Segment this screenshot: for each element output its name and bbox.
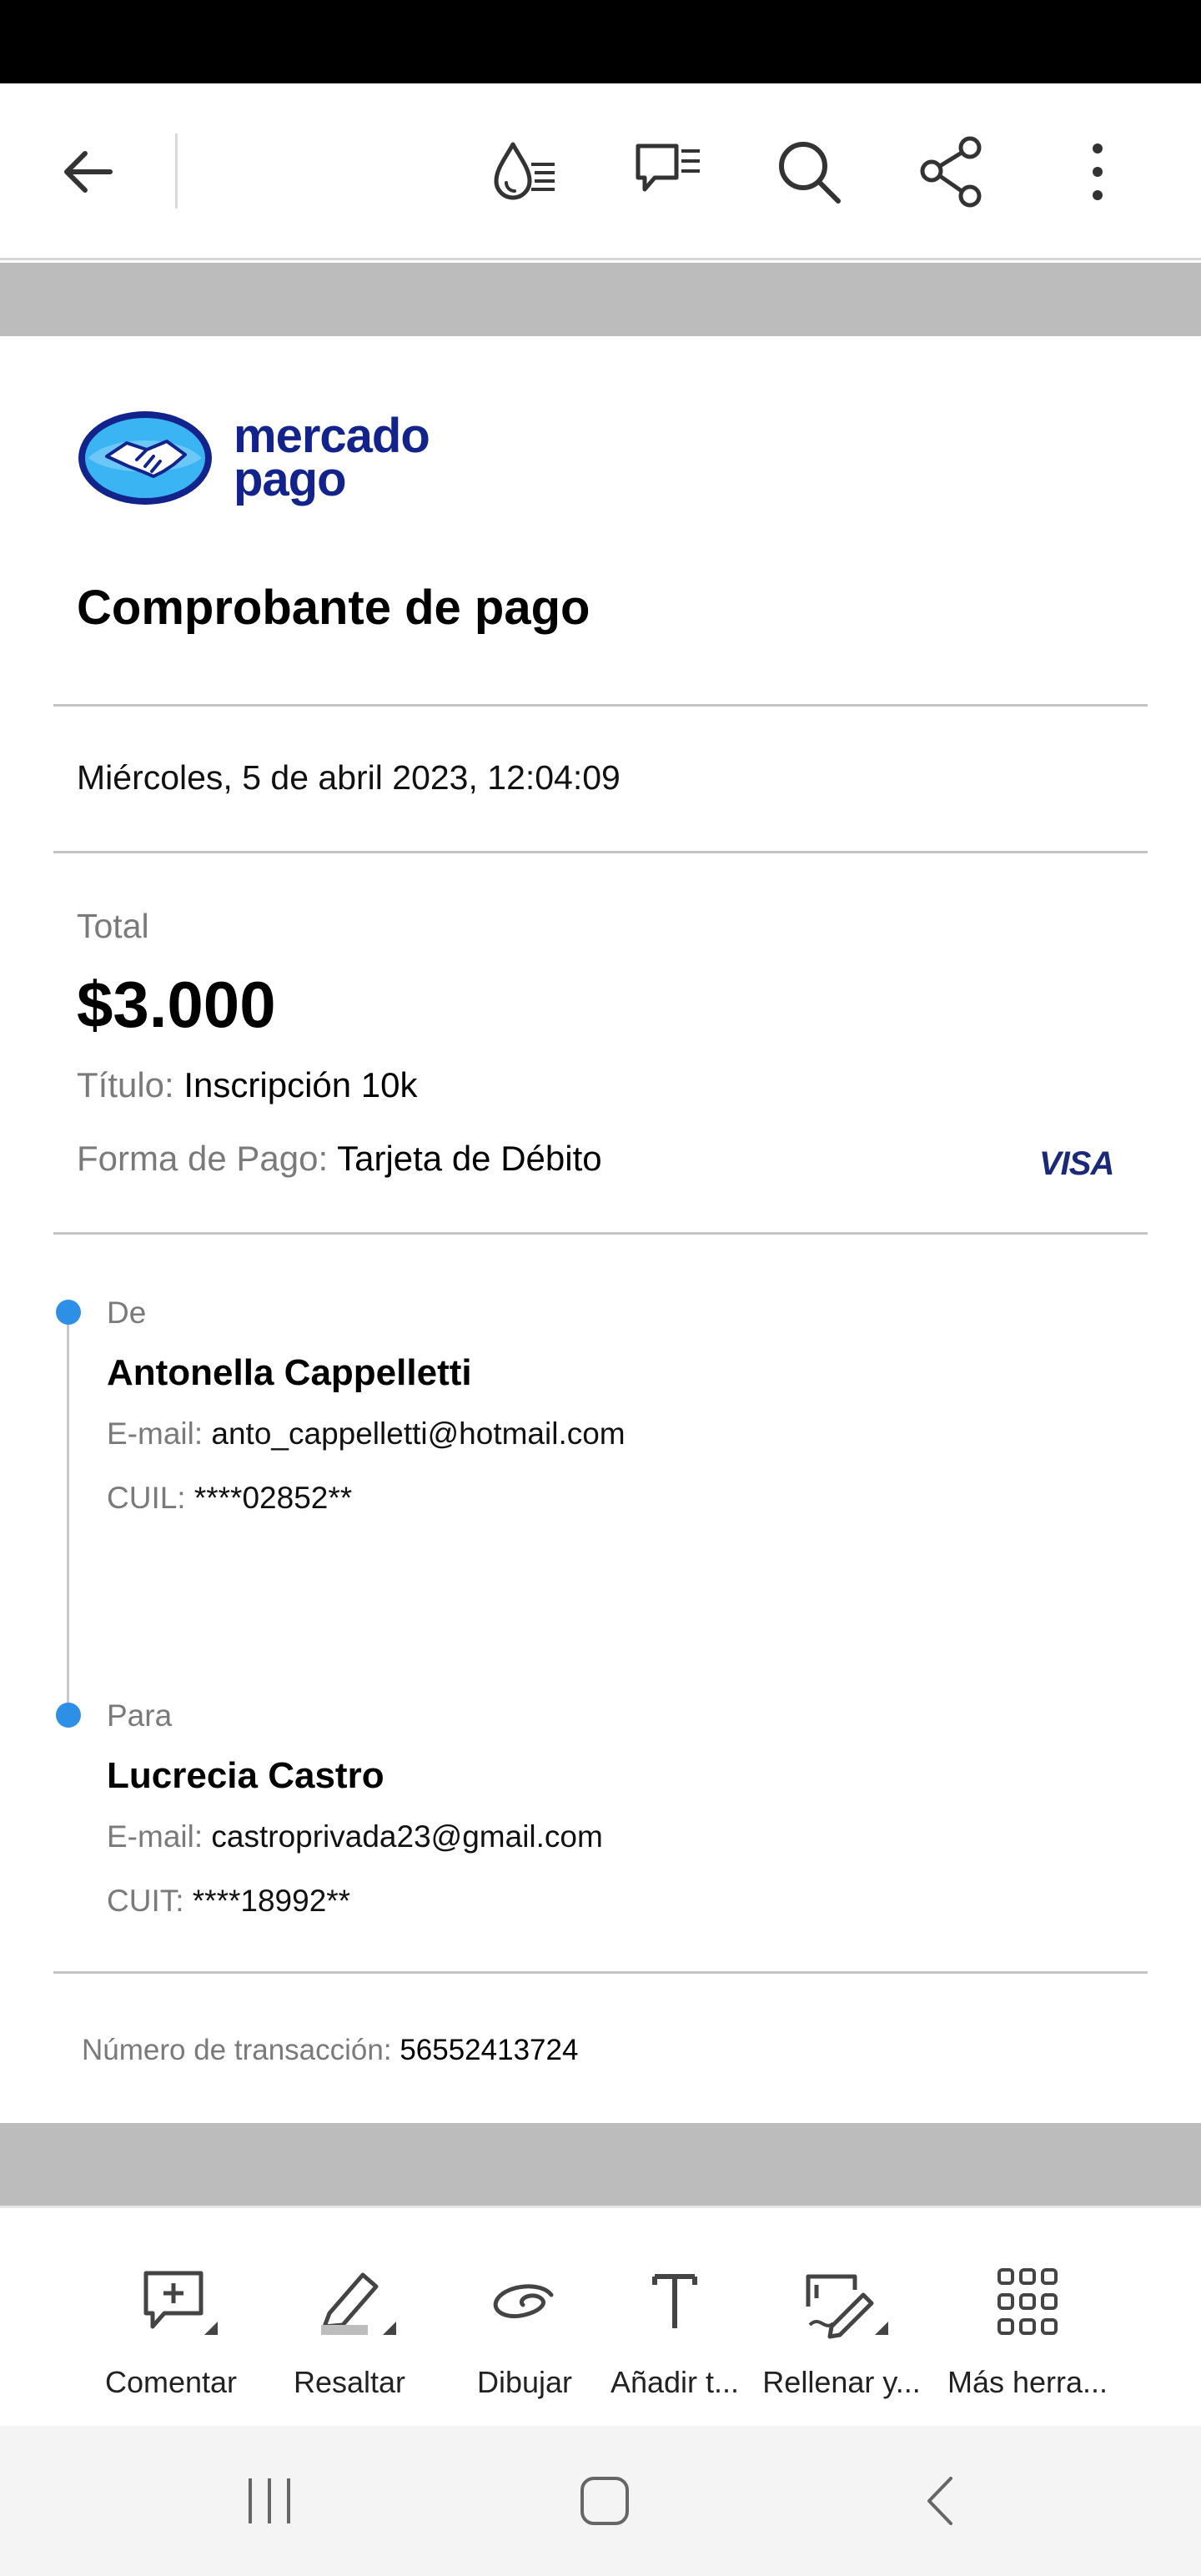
drop-list-button[interactable]	[484, 130, 567, 214]
search-button[interactable]	[767, 130, 851, 214]
sender-email-row: E-mail: anto_cappelletti@hotmail.com	[107, 1416, 626, 1452]
home-button[interactable]	[559, 2459, 651, 2543]
more-vertical-icon	[1093, 143, 1103, 200]
recents-button[interactable]	[224, 2459, 315, 2543]
transaction-number: 56552413724	[399, 2034, 579, 2066]
draw-icon	[493, 2284, 554, 2318]
divider	[53, 1971, 1148, 1974]
timeline-line	[67, 1312, 69, 1716]
system-back-button[interactable]	[896, 2459, 987, 2543]
comment-tool-label: Comentar	[104, 2365, 238, 2399]
sender-id: ****02852**	[193, 1481, 353, 1515]
fill-sign-tool[interactable]: Rellenar y...	[750, 2208, 933, 2428]
comment-tool[interactable]: Comentar	[79, 2208, 263, 2428]
divider	[53, 704, 1148, 707]
divider	[53, 851, 1148, 853]
sender-label: De	[107, 1296, 147, 1330]
share-icon	[920, 136, 982, 208]
toolbar-divider	[175, 133, 178, 209]
recipient-name: Lucrecia Castro	[107, 1755, 384, 1796]
visa-logo: VISA	[1039, 1145, 1114, 1182]
top-toolbar	[0, 83, 1201, 260]
recipient-id-row: CUIT: ****18992**	[107, 1884, 350, 1919]
page-gap-top	[0, 263, 1201, 336]
sender-email: anto_cappelletti@hotmail.com	[211, 1416, 626, 1451]
title-label: Título:	[77, 1065, 174, 1104]
payment-datetime: Miércoles, 5 de abril 2023, 12:04:09	[77, 758, 621, 797]
back-button[interactable]	[47, 130, 130, 214]
total-amount: $3.000	[77, 968, 276, 1041]
grid-icon	[997, 2268, 1058, 2335]
payment-method-row: Forma de Pago: Tarjeta de Débito	[77, 1139, 602, 1179]
highlight-tool-label: Resaltar	[293, 2365, 406, 2399]
recipient-email-label: E-mail:	[107, 1819, 204, 1854]
add-text-tool[interactable]: Añadir t...	[583, 2208, 766, 2428]
text-icon	[652, 2274, 697, 2328]
sender-id-label: CUIL:	[107, 1481, 186, 1515]
recipient-email: castroprivada23@gmail.com	[211, 1819, 603, 1854]
recipient-id: ****18992**	[192, 1884, 351, 1918]
page-gap-bottom	[0, 2123, 1201, 2206]
divider	[53, 1232, 1148, 1235]
sender-email-label: E-mail:	[107, 1416, 204, 1451]
fill-sign-tool-label: Rellenar y...	[762, 2365, 921, 2399]
payment-method-value: Tarjeta de Débito	[337, 1139, 602, 1178]
sender-name: Antonella Cappelletti	[107, 1352, 472, 1393]
title-row: Título: Inscripción 10k	[77, 1065, 418, 1105]
recipient-dot	[56, 1703, 81, 1728]
sender-dot	[56, 1300, 81, 1325]
handshake-logo-icon	[78, 411, 212, 505]
more-tools-label: Más herra...	[947, 2365, 1108, 2399]
add-text-tool-label: Añadir t...	[610, 2365, 740, 2399]
payment-method-label: Forma de Pago:	[77, 1139, 329, 1178]
back-arrow-icon	[64, 151, 113, 193]
recents-icon	[249, 2478, 290, 2523]
highlighter-icon	[321, 2272, 396, 2335]
search-icon	[779, 142, 841, 204]
drop-list-icon	[494, 142, 555, 200]
status-bar	[0, 0, 1201, 83]
sender-id-row: CUIL: ****02852**	[107, 1481, 352, 1516]
share-button[interactable]	[911, 130, 994, 214]
transaction-row: Número de transacción: 56552413724	[82, 2034, 578, 2067]
transaction-label: Número de transacción:	[82, 2034, 392, 2066]
title-value: Inscripción 10k	[183, 1065, 418, 1104]
receipt-title: Comprobante de pago	[77, 581, 590, 635]
recipient-label: Para	[107, 1698, 173, 1733]
comments-icon	[636, 143, 700, 192]
system-nav-bar	[0, 2426, 1201, 2576]
mercado-pago-logo: mercado pago	[77, 410, 430, 506]
more-tools[interactable]: Más herra...	[936, 2208, 1119, 2428]
more-options-button[interactable]	[1056, 130, 1139, 214]
home-icon	[580, 2477, 629, 2525]
recipient-email-row: E-mail: castroprivada23@gmail.com	[107, 1819, 603, 1854]
receipt-document: mercado pago Comprobante de pago Miércol…	[0, 336, 1201, 2123]
logo-wordmark: mercado pago	[234, 409, 430, 506]
fill-sign-icon	[806, 2274, 888, 2339]
highlight-tool[interactable]: Resaltar	[258, 2208, 441, 2428]
comment-add-icon	[143, 2271, 218, 2335]
recipient-id-label: CUIT:	[107, 1884, 184, 1918]
back-icon	[927, 2477, 952, 2525]
total-label: Total	[77, 907, 149, 945]
bottom-toolbar: Comentar Resaltar Dibujar Añadir t... Re…	[0, 2206, 1201, 2426]
comments-button[interactable]	[626, 130, 709, 214]
